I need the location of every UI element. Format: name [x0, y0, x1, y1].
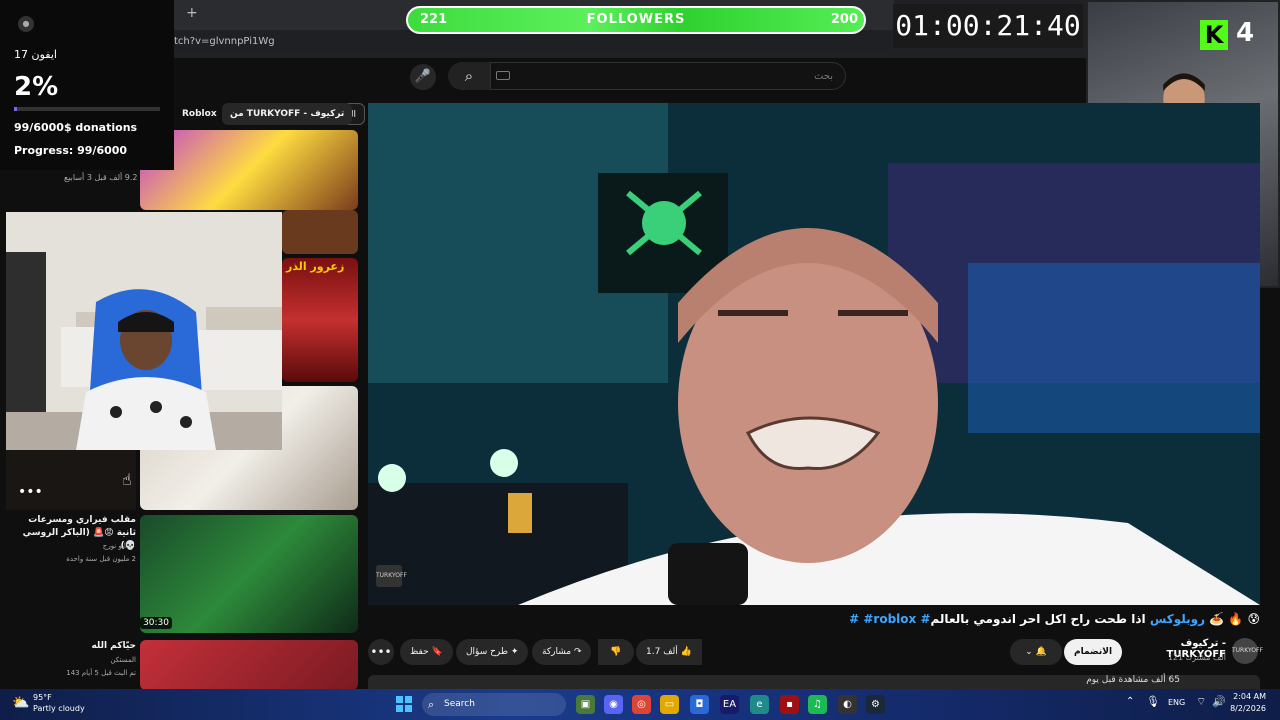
share-label: مشاركة: [542, 647, 572, 657]
chevron-down-icon: ⌄: [1025, 647, 1033, 657]
weather-icon[interactable]: ⛅: [12, 695, 29, 711]
video-thumbnail[interactable]: [140, 640, 358, 690]
chip-from-channel[interactable]: من TURKYOFF - تركيوف: [222, 103, 353, 125]
steam-icon[interactable]: ⚙: [866, 695, 885, 714]
save-label: حفظ: [410, 647, 429, 657]
hashtag[interactable]: #: [849, 612, 859, 626]
windows-start-icon[interactable]: [396, 696, 412, 712]
weather-temp[interactable]: 95°F: [33, 693, 52, 702]
followers-label: FOLLOWERS: [586, 12, 686, 27]
video-frame: [368, 103, 1260, 605]
minecraft-icon[interactable]: ▣: [576, 695, 595, 714]
spotify-icon[interactable]: ♫: [808, 695, 827, 714]
stream-timer: 01:00:21:40: [893, 4, 1083, 48]
taskbar-search-label: Search: [444, 699, 475, 709]
sparkle-icon: ✦: [510, 647, 519, 657]
save-button[interactable]: حفظ 🔖: [400, 639, 453, 665]
ask-label: طرح سؤال: [466, 647, 509, 657]
thumbnail-label: زعرور الذر: [286, 260, 345, 273]
video-thumbnail[interactable]: 30:30: [140, 515, 358, 633]
language-indicator[interactable]: ENG: [1168, 698, 1185, 707]
search-button[interactable]: ⌕: [448, 62, 490, 90]
dislike-button[interactable]: 👎: [598, 639, 634, 665]
webcam-scene: [6, 212, 282, 450]
windows-taskbar: ⛅ 95°F Partly cloudy ⌕ Search ▣ ◉ ◎ ▭ ◘ …: [0, 689, 1280, 720]
chevron-up-icon[interactable]: ⌃: [1126, 696, 1134, 707]
taskbar-search[interactable]: ⌕ Search: [422, 693, 566, 716]
like-button[interactable]: 1.7 ألف 👍: [636, 639, 702, 665]
webcam-overlay-left: [6, 212, 282, 450]
thumbs-up-icon: 👍: [680, 647, 692, 657]
followers-target: 200: [830, 12, 858, 27]
video-title[interactable]: حيّاكم الله: [8, 640, 136, 653]
search-icon: ⌕: [464, 67, 474, 85]
thumbs-down-icon: 👎: [610, 647, 622, 657]
clock-date[interactable]: 8/2/2026: [1218, 704, 1266, 713]
share-icon: ↷: [573, 647, 582, 657]
microphone-icon[interactable]: 🎙: [1146, 695, 1160, 708]
video-title-text: اذا طحت راح اكل احر اندومي بالعالم 🍝 🔥 😰: [930, 612, 1260, 626]
channel-watermark[interactable]: TURKYOFF: [376, 565, 407, 587]
donation-progress-track: [14, 107, 160, 111]
weather-desc[interactable]: Partly cloudy: [33, 704, 85, 713]
notification-bell-button[interactable]: ⌄ 🔔: [1010, 639, 1062, 665]
video-title-main: # #roblox #روبلوكس اذا طحت راح اكل احر ا…: [368, 612, 1260, 626]
url-text[interactable]: tch?v=glvnnpPi1Wg: [174, 36, 275, 47]
app-icon[interactable]: ▪: [780, 695, 799, 714]
kick-viewer-count: 4: [1236, 18, 1255, 48]
more-actions-button[interactable]: •••: [368, 639, 394, 665]
bell-icon: 🔔: [1035, 647, 1047, 657]
donation-goal-title: ايفون 17: [14, 48, 57, 61]
keyboard-icon[interactable]: [496, 71, 510, 80]
webcam-lower-strip: [6, 450, 136, 510]
store-icon[interactable]: ◘: [690, 695, 709, 714]
obs-icon[interactable]: ◐: [838, 695, 857, 714]
video-channel[interactable]: ابو نورج: [8, 542, 126, 550]
wifi-icon[interactable]: ⌔: [1196, 695, 1206, 709]
main-video-player[interactable]: TURKYOFF: [368, 103, 1260, 605]
new-tab-button[interactable]: +: [186, 5, 198, 21]
search-icon: ⌕: [428, 698, 435, 711]
video-meta: ‏2 مليون قبل سنة واحدة: [66, 555, 136, 563]
voice-search-button[interactable]: 🎤: [410, 64, 436, 90]
join-button[interactable]: الانضمام: [1064, 639, 1123, 665]
hand-cursor-icon: ☝: [122, 470, 132, 489]
description-box[interactable]: ‏65 ألف مشاهدة قبل يوم: [368, 675, 1260, 689]
ask-button[interactable]: طرح سؤال ✦: [456, 639, 529, 665]
video-meta: 143 تم البث قبل 5 أيام: [66, 669, 136, 677]
donation-progress-text: Progress: 99/6000: [14, 144, 128, 157]
video-channel[interactable]: المستكن: [8, 656, 136, 664]
hashtag[interactable]: #roblox: [863, 612, 916, 626]
kick-logo-icon: K: [1200, 20, 1228, 50]
chrome-icon[interactable]: ◎: [632, 695, 651, 714]
bookmark-icon: 🔖: [431, 647, 443, 657]
video-thumbnail[interactable]: زعرور الذر: [282, 258, 358, 382]
share-button[interactable]: مشاركة ↷: [532, 639, 592, 665]
edge-icon[interactable]: e: [750, 695, 769, 714]
discord-icon[interactable]: ◉: [604, 695, 623, 714]
chip-roblox[interactable]: Roblox: [174, 103, 225, 125]
channel-subscribers: 121 ألف مشترك: [1167, 653, 1226, 662]
video-duration: 30:30: [140, 617, 172, 629]
channel-avatar[interactable]: TURKYOFF: [1232, 638, 1263, 664]
donation-progress-fill: [14, 107, 17, 111]
video-thumbnail[interactable]: [282, 210, 358, 254]
like-count: 1.7 ألف: [646, 647, 678, 657]
video-meta: ‏9.2 ألف قبل 3 أسابيع: [64, 173, 138, 182]
donation-logo-icon: ●: [18, 16, 34, 32]
search-input[interactable]: [490, 62, 846, 90]
donation-goal-panel: ● ايفون 17 2% 99/6000$ donations Progres…: [0, 0, 174, 170]
donation-amount: 99/6000$ donations: [14, 121, 138, 134]
file-explorer-icon[interactable]: ▭: [660, 695, 679, 714]
microphone-icon: 🎤: [414, 69, 432, 84]
clock-time[interactable]: 2:04 AM: [1226, 692, 1266, 701]
more-dots-icon[interactable]: •••: [18, 484, 43, 500]
ea-icon[interactable]: EA: [720, 695, 739, 714]
donation-percent: 2%: [14, 72, 59, 102]
followers-goal-bar: 221 FOLLOWERS 200: [406, 6, 866, 34]
